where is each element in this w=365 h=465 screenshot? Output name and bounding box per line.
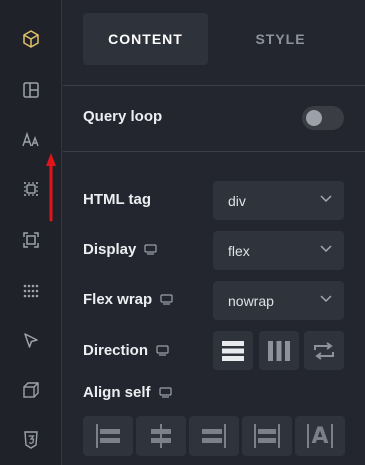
annotation-arrow	[46, 153, 56, 222]
direction-column-button[interactable]	[259, 331, 299, 370]
cube-icon[interactable]	[19, 27, 43, 51]
divider	[63, 151, 365, 152]
flex-wrap-select[interactable]: nowrap	[213, 281, 344, 320]
reverse-icon	[314, 341, 334, 360]
flex-wrap-text: Flex wrap	[83, 291, 153, 308]
align-self-center-button[interactable]	[136, 416, 186, 456]
layout-icon[interactable]	[19, 78, 43, 102]
chevron-down-icon	[320, 195, 332, 203]
frame-icon[interactable]	[19, 228, 43, 252]
html-tag-label: HTML tag	[83, 191, 151, 208]
properties-panel: CONTENT STYLE Query loop HTML tag div Di…	[63, 0, 365, 465]
align-self-end-button[interactable]	[189, 416, 239, 456]
flex-wrap-value: nowrap	[228, 292, 274, 309]
desktop-breakpoint-icon	[156, 345, 169, 356]
icon-sidebar	[0, 0, 62, 465]
query-loop-toggle[interactable]	[302, 106, 344, 130]
align-self-baseline-button[interactable]: A	[295, 416, 345, 456]
grid-dots-icon[interactable]	[19, 279, 43, 303]
columns-icon	[268, 340, 290, 361]
chevron-down-icon	[320, 295, 332, 303]
baseline-letter: A	[311, 423, 329, 449]
direction-text: Direction	[83, 342, 149, 359]
align-start-icon	[96, 424, 120, 448]
align-self-label: Align self	[83, 384, 172, 401]
tab-content[interactable]: CONTENT	[83, 13, 208, 65]
query-loop-label: Query loop	[83, 108, 162, 125]
transform-3d-icon[interactable]	[19, 379, 43, 403]
query-loop-text: Query loop	[83, 108, 163, 125]
tab-style[interactable]: STYLE	[218, 13, 343, 65]
display-select[interactable]: flex	[213, 231, 344, 270]
chevron-down-icon	[320, 245, 332, 253]
rows-icon	[222, 340, 244, 361]
align-stretch-icon	[254, 424, 280, 448]
display-value: flex	[228, 242, 250, 259]
desktop-breakpoint-icon	[144, 244, 157, 255]
flex-wrap-label: Flex wrap	[83, 291, 173, 308]
direction-reverse-button[interactable]	[304, 331, 344, 370]
display-label: Display	[83, 241, 157, 258]
align-self-text: Align self	[83, 384, 151, 401]
align-self-start-button[interactable]	[83, 416, 133, 456]
desktop-breakpoint-icon	[160, 294, 173, 305]
spacing-icon[interactable]	[19, 177, 43, 201]
desktop-breakpoint-icon	[158, 387, 172, 398]
direction-label: Direction	[83, 342, 169, 359]
display-text: Display	[83, 241, 137, 258]
toggle-knob	[306, 110, 322, 126]
align-end-icon	[202, 424, 226, 448]
html-tag-text: HTML tag	[83, 191, 152, 208]
html-tag-select[interactable]: div	[213, 181, 344, 220]
direction-row-button[interactable]	[213, 331, 253, 370]
divider	[63, 85, 365, 86]
align-center-icon	[151, 424, 171, 448]
align-self-stretch-button[interactable]	[242, 416, 292, 456]
typography-icon[interactable]	[19, 128, 43, 152]
cursor-icon[interactable]	[19, 329, 43, 353]
html-tag-value: div	[228, 192, 246, 209]
align-baseline-icon: A	[307, 423, 333, 449]
css3-icon[interactable]	[19, 428, 43, 452]
